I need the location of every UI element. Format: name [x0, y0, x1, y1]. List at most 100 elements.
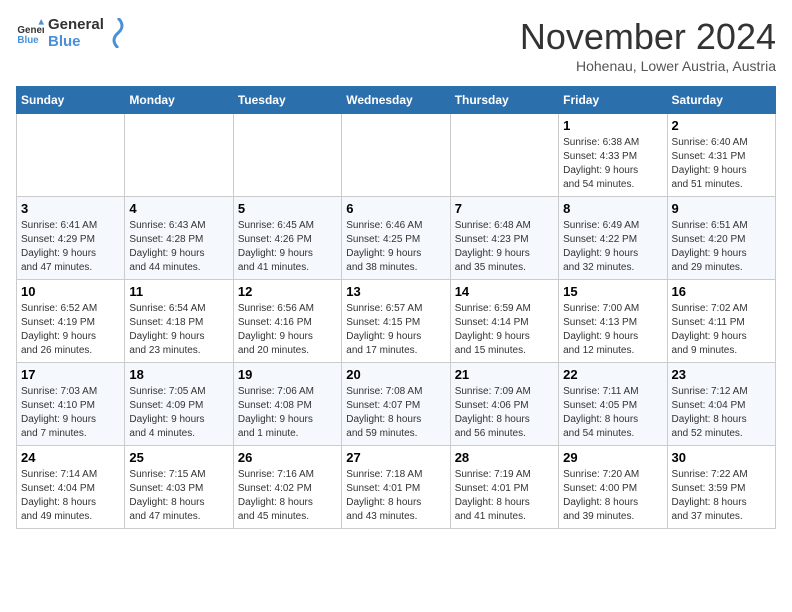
calendar-cell — [342, 114, 450, 197]
week-row-1: 1Sunrise: 6:38 AM Sunset: 4:33 PM Daylig… — [17, 114, 776, 197]
day-number: 29 — [563, 450, 662, 465]
day-info: Sunrise: 7:15 AM Sunset: 4:03 PM Dayligh… — [129, 468, 228, 524]
day-number: 7 — [455, 201, 554, 216]
week-row-4: 17 Sunrise: 7:03 AM Sunset: 4:10 PM Dayli… — [17, 363, 776, 446]
day-info: Sunrise: 7:14 AM Sunset: 4:04 PM Dayligh… — [21, 468, 120, 524]
header: General Blue General Blue November 2024 … — [16, 16, 776, 74]
day-info: Sunrise: 6:41 AM Sunset: 4:29 PM Dayligh… — [21, 219, 120, 275]
day-info: Sunrise: 7:09 AM Sunset: 4:06 PM Dayligh… — [455, 385, 554, 441]
day-info: Sunrise: 7:05 AM Sunset: 4:09 PM Dayligh… — [129, 385, 228, 441]
calendar-cell: 7 Sunrise: 6:48 AM Sunset: 4:23 PM Daylig… — [450, 197, 558, 280]
calendar-cell: 2 Sunrise: 6:40 AM Sunset: 4:31 PM Daylig… — [667, 114, 775, 197]
calendar-cell: 11 Sunrise: 6:54 AM Sunset: 4:18 PM Dayli… — [125, 280, 233, 363]
svg-text:Blue: Blue — [17, 35, 39, 46]
day-number: 20 — [346, 367, 445, 382]
calendar-cell: 20 Sunrise: 7:08 AM Sunset: 4:07 PM Dayli… — [342, 363, 450, 446]
day-info: Sunrise: 7:12 AM Sunset: 4:04 PM Dayligh… — [672, 385, 771, 441]
day-number: 2 — [672, 118, 771, 133]
day-info: Sunrise: 7:20 AM Sunset: 4:00 PM Dayligh… — [563, 468, 662, 524]
calendar-cell — [450, 114, 558, 197]
logo-wave-icon — [108, 18, 128, 48]
calendar-cell: 22 Sunrise: 7:11 AM Sunset: 4:05 PM Dayli… — [559, 363, 667, 446]
weekday-header-friday: Friday — [559, 87, 667, 114]
day-info: Sunrise: 7:02 AM Sunset: 4:11 PM Dayligh… — [672, 302, 771, 358]
weekday-header-wednesday: Wednesday — [342, 87, 450, 114]
calendar-cell: 29 Sunrise: 7:20 AM Sunset: 4:00 PM Dayli… — [559, 446, 667, 529]
calendar-table: SundayMondayTuesdayWednesdayThursdayFrid… — [16, 86, 776, 529]
calendar-cell: 14Sunrise: 6:59 AM Sunset: 4:14 PM Dayli… — [450, 280, 558, 363]
day-info: Sunrise: 6:40 AM Sunset: 4:31 PM Dayligh… — [672, 136, 771, 192]
calendar-cell: 24 Sunrise: 7:14 AM Sunset: 4:04 PM Dayli… — [17, 446, 125, 529]
day-info: Sunrise: 6:48 AM Sunset: 4:23 PM Dayligh… — [455, 219, 554, 275]
day-number: 19 — [238, 367, 337, 382]
day-info: Sunrise: 7:08 AM Sunset: 4:07 PM Dayligh… — [346, 385, 445, 441]
day-number: 28 — [455, 450, 554, 465]
weekday-header-sunday: Sunday — [17, 87, 125, 114]
day-number: 22 — [563, 367, 662, 382]
logo-general: General — [48, 16, 104, 33]
calendar-cell: 10 Sunrise: 6:52 AM Sunset: 4:19 PM Dayli… — [17, 280, 125, 363]
day-number: 13 — [346, 284, 445, 299]
calendar-cell: 25 Sunrise: 7:15 AM Sunset: 4:03 PM Dayli… — [125, 446, 233, 529]
calendar-cell — [17, 114, 125, 197]
day-number: 15 — [563, 284, 662, 299]
day-info: Sunrise: 7:06 AM Sunset: 4:08 PM Dayligh… — [238, 385, 337, 441]
calendar-cell: 6Sunrise: 6:46 AM Sunset: 4:25 PM Daylig… — [342, 197, 450, 280]
calendar-cell — [233, 114, 341, 197]
day-number: 16 — [672, 284, 771, 299]
day-info: Sunrise: 7:22 AM Sunset: 3:59 PM Dayligh… — [672, 468, 771, 524]
day-info: Sunrise: 6:46 AM Sunset: 4:25 PM Dayligh… — [346, 219, 445, 275]
calendar-cell: 19 Sunrise: 7:06 AM Sunset: 4:08 PM Dayli… — [233, 363, 341, 446]
day-info: Sunrise: 6:43 AM Sunset: 4:28 PM Dayligh… — [129, 219, 228, 275]
day-info: Sunrise: 6:51 AM Sunset: 4:20 PM Dayligh… — [672, 219, 771, 275]
weekday-header-thursday: Thursday — [450, 87, 558, 114]
weekday-header-tuesday: Tuesday — [233, 87, 341, 114]
day-info: Sunrise: 6:56 AM Sunset: 4:16 PM Dayligh… — [238, 302, 337, 358]
day-info: Sunrise: 6:38 AM Sunset: 4:33 PM Dayligh… — [563, 136, 662, 192]
day-number: 12 — [238, 284, 337, 299]
calendar-cell: 12 Sunrise: 6:56 AM Sunset: 4:16 PM Dayli… — [233, 280, 341, 363]
calendar-cell: 5 Sunrise: 6:45 AM Sunset: 4:26 PM Daylig… — [233, 197, 341, 280]
day-info: Sunrise: 7:11 AM Sunset: 4:05 PM Dayligh… — [563, 385, 662, 441]
location-subtitle: Hohenau, Lower Austria, Austria — [520, 58, 776, 74]
calendar-cell: 16 Sunrise: 7:02 AM Sunset: 4:11 PM Dayli… — [667, 280, 775, 363]
day-number: 27 — [346, 450, 445, 465]
calendar-cell: 1Sunrise: 6:38 AM Sunset: 4:33 PM Daylig… — [559, 114, 667, 197]
title-section: November 2024 Hohenau, Lower Austria, Au… — [520, 16, 776, 74]
calendar-cell: 8 Sunrise: 6:49 AM Sunset: 4:22 PM Daylig… — [559, 197, 667, 280]
day-number: 24 — [21, 450, 120, 465]
logo: General Blue General Blue — [16, 16, 128, 50]
day-number: 18 — [129, 367, 228, 382]
logo-icon: General Blue — [16, 19, 44, 47]
day-number: 30 — [672, 450, 771, 465]
calendar-cell: 30 Sunrise: 7:22 AM Sunset: 3:59 PM Dayli… — [667, 446, 775, 529]
weekday-header-saturday: Saturday — [667, 87, 775, 114]
calendar-cell: 26Sunrise: 7:16 AM Sunset: 4:02 PM Dayli… — [233, 446, 341, 529]
day-number: 25 — [129, 450, 228, 465]
calendar-cell: 15Sunrise: 7:00 AM Sunset: 4:13 PM Dayli… — [559, 280, 667, 363]
day-info: Sunrise: 7:03 AM Sunset: 4:10 PM Dayligh… — [21, 385, 120, 441]
day-number: 10 — [21, 284, 120, 299]
calendar-cell: 21Sunrise: 7:09 AM Sunset: 4:06 PM Dayli… — [450, 363, 558, 446]
calendar-cell: 3Sunrise: 6:41 AM Sunset: 4:29 PM Daylig… — [17, 197, 125, 280]
month-title: November 2024 — [520, 16, 776, 58]
day-number: 8 — [563, 201, 662, 216]
day-number: 5 — [238, 201, 337, 216]
weekday-header-monday: Monday — [125, 87, 233, 114]
day-number: 11 — [129, 284, 228, 299]
day-number: 14 — [455, 284, 554, 299]
calendar-cell: 9Sunrise: 6:51 AM Sunset: 4:20 PM Daylig… — [667, 197, 775, 280]
calendar-cell — [125, 114, 233, 197]
weekday-header-row: SundayMondayTuesdayWednesdayThursdayFrid… — [17, 87, 776, 114]
day-number: 17 — [21, 367, 120, 382]
calendar-cell: 4 Sunrise: 6:43 AM Sunset: 4:28 PM Daylig… — [125, 197, 233, 280]
day-info: Sunrise: 6:52 AM Sunset: 4:19 PM Dayligh… — [21, 302, 120, 358]
day-number: 4 — [129, 201, 228, 216]
day-info: Sunrise: 6:45 AM Sunset: 4:26 PM Dayligh… — [238, 219, 337, 275]
day-info: Sunrise: 7:19 AM Sunset: 4:01 PM Dayligh… — [455, 468, 554, 524]
day-info: Sunrise: 6:49 AM Sunset: 4:22 PM Dayligh… — [563, 219, 662, 275]
logo-blue: Blue — [48, 33, 104, 50]
day-info: Sunrise: 6:54 AM Sunset: 4:18 PM Dayligh… — [129, 302, 228, 358]
day-info: Sunrise: 7:16 AM Sunset: 4:02 PM Dayligh… — [238, 468, 337, 524]
calendar-cell: 23Sunrise: 7:12 AM Sunset: 4:04 PM Dayli… — [667, 363, 775, 446]
